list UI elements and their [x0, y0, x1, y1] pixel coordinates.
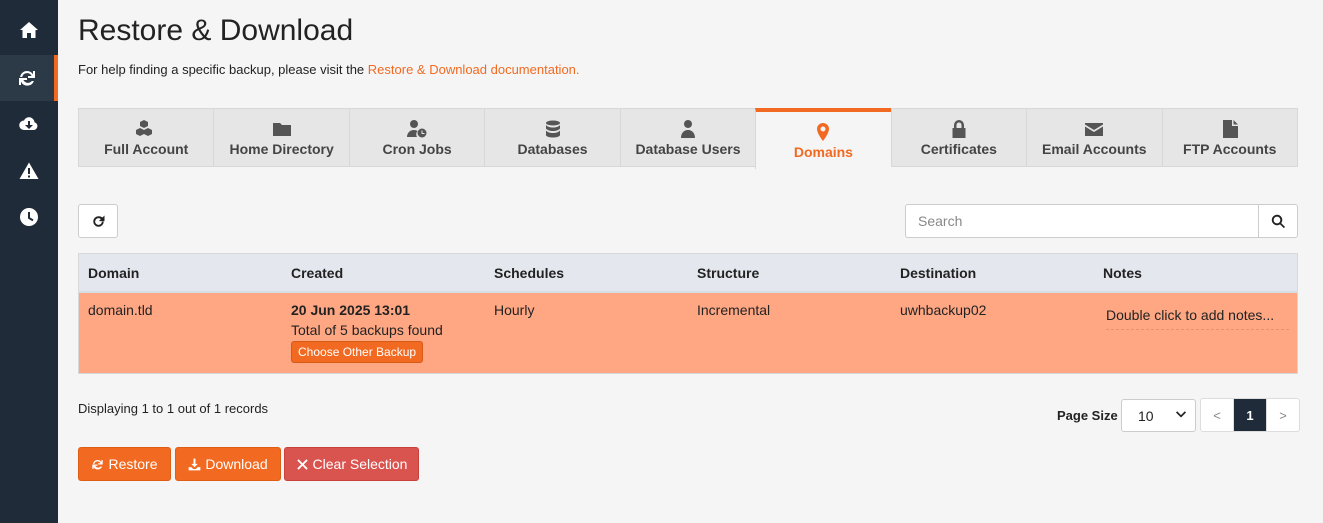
help-text-prefix: For help finding a specific backup, plea…	[78, 62, 368, 77]
refresh-button[interactable]	[78, 204, 118, 238]
tab-home-directory[interactable]: Home Directory	[213, 108, 349, 167]
pagination: < 1 >	[1200, 398, 1300, 432]
tab-label: Cron Jobs	[382, 141, 452, 157]
clock-icon	[20, 208, 38, 226]
cubes-icon	[136, 120, 157, 136]
warning-icon	[19, 162, 39, 179]
page-button-current[interactable]: 1	[1234, 399, 1267, 431]
tab-full-account[interactable]: Full Account	[78, 108, 214, 167]
table-header: Domain Created Schedules Structure Desti…	[79, 254, 1297, 293]
search-bar	[905, 204, 1298, 238]
cell-schedule: Hourly	[494, 302, 535, 318]
restore-button[interactable]: Restore	[78, 447, 171, 481]
page-size-label: Page Size	[1057, 408, 1118, 423]
tab-label: Certificates	[920, 141, 997, 157]
notes-field[interactable]: Double click to add notes...	[1106, 307, 1289, 330]
created-date: 20 Jun 2025 13:01	[291, 302, 411, 318]
tab-label: Home Directory	[229, 141, 334, 157]
tab-database-users[interactable]: Database Users	[619, 108, 756, 167]
tab-email-accounts[interactable]: Email Accounts	[1026, 108, 1162, 167]
page-size-select[interactable]: 10	[1121, 399, 1196, 432]
tab-label: Databases	[517, 141, 588, 157]
clear-selection-button[interactable]: Clear Selection	[284, 447, 419, 481]
sidebar-item-home[interactable]	[0, 7, 58, 53]
search-button[interactable]	[1258, 204, 1298, 238]
refresh-icon	[92, 215, 104, 227]
sync-icon	[19, 71, 35, 86]
documentation-link[interactable]: Restore & Download documentation.	[368, 62, 580, 77]
map-marker-icon	[817, 123, 830, 141]
cell-domain: domain.tld	[88, 302, 153, 318]
file-icon	[1222, 120, 1238, 138]
user-tie-icon	[680, 120, 695, 138]
choose-other-backup-button[interactable]: Choose Other Backup	[291, 341, 424, 363]
cell-structure: Incremental	[697, 302, 771, 318]
tab-certificates[interactable]: Certificates	[890, 108, 1027, 167]
user-clock-icon	[407, 120, 427, 138]
backup-type-tabs: Full Account Home Directory Cron Jobs Da…	[78, 108, 1298, 169]
download-icon	[189, 458, 201, 470]
sync-icon	[92, 459, 104, 469]
sidebar-item-download[interactable]	[0, 101, 58, 147]
column-header-domain[interactable]: Domain	[79, 265, 282, 281]
page-title: Restore & Download	[78, 14, 354, 47]
folder-icon	[272, 123, 291, 136]
chevron-down-icon	[1176, 411, 1186, 418]
cell-notes: Double click to add notes...	[1094, 293, 1297, 373]
lock-icon	[952, 120, 966, 138]
envelope-icon	[1085, 123, 1104, 136]
sidebar-item-alerts[interactable]	[0, 148, 58, 194]
sidebar-item-restore[interactable]	[0, 55, 58, 101]
tab-label: Database Users	[635, 141, 741, 157]
download-button[interactable]: Download	[175, 447, 281, 481]
sidebar	[0, 0, 58, 523]
search-icon	[1271, 214, 1285, 228]
restore-label: Restore	[108, 456, 158, 472]
tab-label: Domains	[793, 144, 853, 160]
next-page-button[interactable]: >	[1267, 399, 1299, 431]
download-label: Download	[205, 456, 268, 472]
tab-domains[interactable]: Domains	[755, 108, 891, 169]
column-header-created[interactable]: Created	[282, 265, 485, 281]
page-size-value: 10	[1138, 407, 1154, 424]
database-icon	[545, 120, 560, 138]
tab-label: FTP Accounts	[1183, 141, 1277, 157]
tab-cron-jobs[interactable]: Cron Jobs	[348, 108, 485, 167]
backups-table: Domain Created Schedules Structure Desti…	[78, 253, 1298, 374]
backup-count: Total of 5 backups found	[291, 322, 443, 338]
records-summary: Displaying 1 to 1 out of 1 records	[78, 401, 269, 416]
close-icon	[296, 458, 308, 470]
tab-label: Full Account	[104, 141, 189, 157]
home-icon	[20, 22, 38, 38]
column-header-notes[interactable]: Notes	[1094, 265, 1297, 281]
column-header-structure[interactable]: Structure	[688, 265, 891, 281]
column-header-schedules[interactable]: Schedules	[485, 265, 688, 281]
table-row[interactable]: domain.tld 20 Jun 2025 13:01 Total of 5 …	[79, 293, 1297, 373]
cell-destination: uwhbackup02	[900, 302, 987, 318]
search-input[interactable]	[905, 204, 1258, 238]
cell-created: 20 Jun 2025 13:01 Total of 5 backups fou…	[282, 293, 485, 373]
column-header-destination[interactable]: Destination	[891, 265, 1094, 281]
clear-selection-label: Clear Selection	[312, 456, 408, 472]
prev-page-button[interactable]: <	[1201, 399, 1234, 431]
help-text: For help finding a specific backup, plea…	[78, 62, 580, 77]
cloud-download-icon	[19, 117, 38, 130]
tab-ftp-accounts[interactable]: FTP Accounts	[1161, 108, 1298, 167]
tab-databases[interactable]: Databases	[484, 108, 620, 167]
sidebar-item-history[interactable]	[0, 194, 58, 240]
tab-label: Email Accounts	[1042, 141, 1147, 157]
